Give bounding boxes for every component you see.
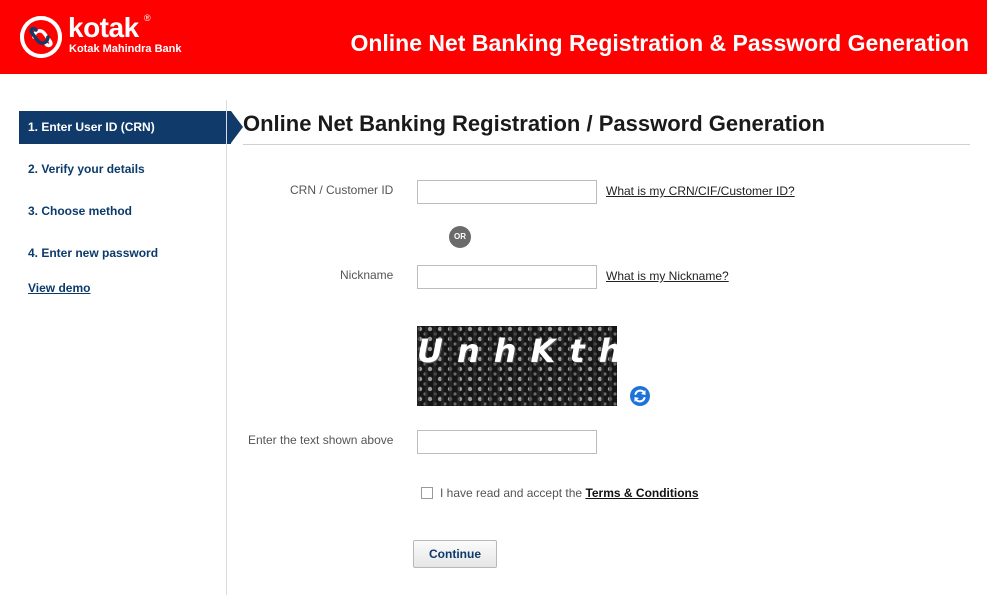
page-header: kotak ® Kotak Mahindra Bank Online Net B… — [0, 0, 987, 74]
refresh-icon[interactable] — [630, 386, 650, 406]
crn-label: CRN / Customer ID — [290, 183, 394, 197]
steps-sidebar: 1. Enter User ID (CRN) 2. Verify your de… — [19, 111, 243, 297]
terms-prefix: I have read and accept the — [440, 486, 586, 500]
terms-link[interactable]: Terms & Conditions — [585, 486, 698, 500]
nickname-input[interactable] — [417, 265, 597, 289]
title-divider — [243, 144, 970, 145]
or-separator: OR — [449, 226, 471, 248]
nickname-label: Nickname — [340, 268, 394, 282]
captcha-input[interactable] — [417, 430, 597, 454]
brand-subtitle: Kotak Mahindra Bank — [69, 43, 182, 55]
kotak-logo-icon — [20, 16, 62, 58]
step-enter-user-id: 1. Enter User ID (CRN) — [19, 111, 243, 144]
sidebar-divider — [226, 100, 227, 595]
captcha-image: UnhKthf — [417, 326, 617, 406]
registered-mark: ® — [144, 13, 151, 23]
continue-button[interactable]: Continue — [413, 540, 497, 568]
header-title: Online Net Banking Registration & Passwo… — [350, 30, 969, 56]
captcha-label: Enter the text shown above — [248, 433, 394, 447]
view-demo-link[interactable]: View demo — [28, 281, 90, 295]
step-choose-method: 3. Choose method — [28, 204, 133, 218]
page-title: Online Net Banking Registration / Passwo… — [243, 111, 825, 136]
captcha-text: UnhKthf — [417, 332, 617, 370]
step-verify-details: 2. Verify your details — [28, 162, 145, 176]
terms-checkbox[interactable] — [421, 487, 433, 499]
terms-label: I have read and accept the Terms & Condi… — [440, 486, 699, 500]
brand-name: kotak — [68, 12, 139, 43]
nickname-help-link[interactable]: What is my Nickname? — [606, 269, 729, 283]
crn-help-link[interactable]: What is my CRN/CIF/Customer ID? — [606, 184, 795, 198]
step-enter-new-password: 4. Enter new password — [28, 246, 159, 260]
crn-input[interactable] — [417, 180, 597, 204]
